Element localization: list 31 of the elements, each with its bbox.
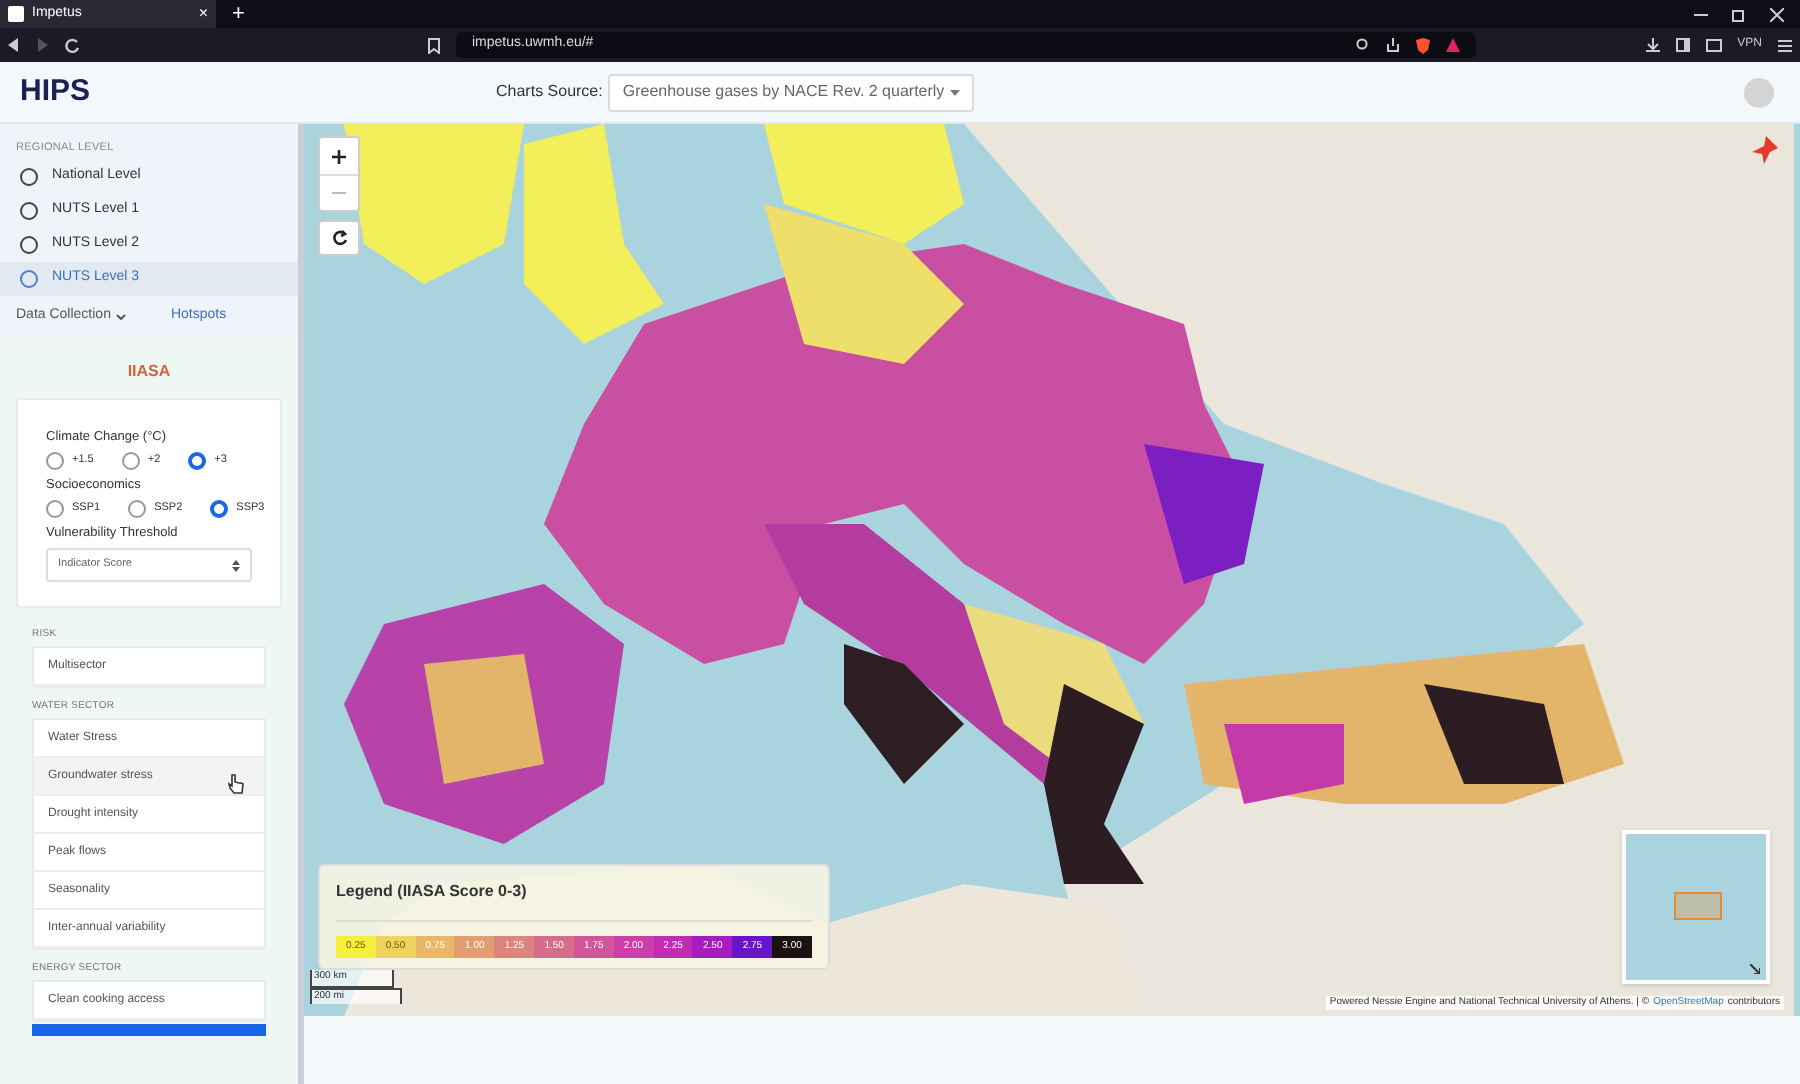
wallet-icon[interactable] xyxy=(1705,38,1722,52)
panel-title: IIASA xyxy=(127,362,171,382)
close-icon[interactable]: × xyxy=(198,6,208,22)
minimap-extent xyxy=(1674,892,1722,920)
charts-source-select[interactable]: Greenhouse gases by NACE Rev. 2 quarterly xyxy=(608,73,975,111)
reset-view-button[interactable] xyxy=(318,220,360,256)
menu-icon[interactable] xyxy=(1778,39,1792,51)
plus-icon xyxy=(332,149,346,163)
pin-icon[interactable] xyxy=(1752,136,1780,164)
triangle-icon[interactable] xyxy=(1446,38,1460,52)
sort-icon xyxy=(232,559,240,571)
pointer-cursor-icon xyxy=(228,774,244,794)
minimize-icon[interactable] xyxy=(1694,13,1708,15)
site-icon xyxy=(8,6,24,22)
charts-source-label: Charts Source: xyxy=(496,80,603,104)
minus-icon xyxy=(332,192,346,194)
back-icon[interactable] xyxy=(8,38,20,52)
sidebar-icon[interactable] xyxy=(1675,38,1690,52)
close-window-icon[interactable] xyxy=(1770,7,1784,21)
chevron-down-icon xyxy=(116,314,127,320)
restore-icon[interactable] xyxy=(1732,7,1746,21)
share-icon[interactable] xyxy=(1386,38,1400,52)
caret-icon xyxy=(950,89,961,95)
reload-icon[interactable] xyxy=(64,37,80,53)
collapse-icon[interactable] xyxy=(1750,964,1760,974)
refresh-icon xyxy=(331,230,347,246)
new-tab-icon[interactable]: + xyxy=(232,3,245,25)
bookmark-icon[interactable] xyxy=(428,37,440,53)
legend-title: Legend (IIASA Score 0-3) xyxy=(336,880,812,922)
app-logo: HIPS xyxy=(20,71,93,112)
download-icon[interactable] xyxy=(1645,38,1660,52)
